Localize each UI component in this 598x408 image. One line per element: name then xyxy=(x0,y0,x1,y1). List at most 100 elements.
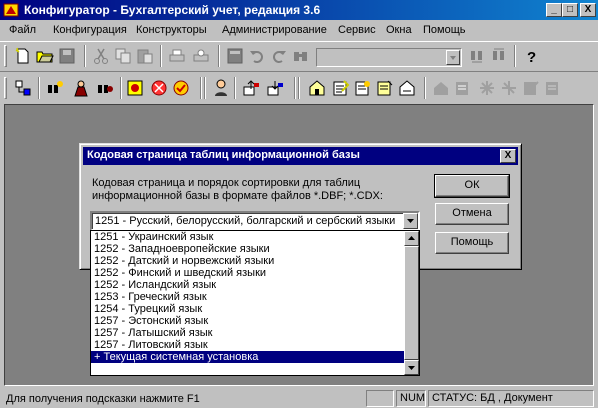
save-icon[interactable] xyxy=(58,47,76,65)
disabled5-icon[interactable] xyxy=(522,79,540,97)
menu-windows[interactable]: Окна xyxy=(386,24,412,36)
status-hint: Для получения подсказки нажмите F1 xyxy=(6,393,200,405)
undo-icon[interactable] xyxy=(248,47,266,65)
toolbar-separator xyxy=(234,77,236,99)
list-item[interactable]: 1257 - Латышский язык xyxy=(91,327,405,339)
debug-icon[interactable] xyxy=(126,79,144,97)
scroll-up-icon[interactable] xyxy=(404,231,419,246)
close-button[interactable]: X xyxy=(580,3,596,17)
list-item[interactable]: 1252 - Финский и шведский языки xyxy=(91,267,405,279)
module3-icon[interactable] xyxy=(354,79,372,97)
menu-service[interactable]: Сервис xyxy=(338,24,376,36)
find-icon[interactable] xyxy=(292,47,310,65)
list-item[interactable]: 1252 - Исландский язык xyxy=(91,279,405,291)
list-item[interactable]: 1257 - Литовский язык xyxy=(91,339,405,351)
codepage-select[interactable]: 1251 - Русский, белорусский, болгарский … xyxy=(90,211,420,231)
disabled3-icon[interactable] xyxy=(478,79,496,97)
codepage-list: 1251 - Украинский язык 1252 - Западноевр… xyxy=(91,231,405,375)
toolbar-grip[interactable] xyxy=(4,45,7,67)
users-icon[interactable] xyxy=(96,79,114,97)
toolbar-separator xyxy=(218,45,220,67)
menu-help[interactable]: Помощь xyxy=(423,24,466,36)
list-scrollbar[interactable] xyxy=(404,231,419,375)
disabled4-icon[interactable] xyxy=(500,79,518,97)
dialog-description: Кодовая страница и порядок сортировки дл… xyxy=(92,177,383,202)
codepage-select-value: 1251 - Русский, белорусский, болгарский … xyxy=(95,215,396,227)
user-settings-icon[interactable] xyxy=(212,79,230,97)
toolbar-separator xyxy=(204,77,206,99)
paste-icon[interactable] xyxy=(136,47,154,65)
module4-icon[interactable] xyxy=(376,79,394,97)
module1-icon[interactable] xyxy=(308,79,326,97)
cut-icon[interactable] xyxy=(92,47,110,65)
list-item[interactable]: 1252 - Датский и норвежский языки xyxy=(91,255,405,267)
app-icon xyxy=(3,3,19,17)
module2-icon[interactable] xyxy=(332,79,350,97)
toolbar-separator xyxy=(298,77,300,99)
toolbar-separator xyxy=(200,77,202,99)
toolbar-grip[interactable] xyxy=(4,77,7,99)
list-item[interactable]: 1257 - Эстонский язык xyxy=(91,315,405,327)
dialog-title-bar: Кодовая страница таблиц информационной б… xyxy=(83,147,518,165)
copy-icon[interactable] xyxy=(114,47,132,65)
stop-icon[interactable] xyxy=(150,79,168,97)
maximize-button[interactable]: □ xyxy=(562,3,578,17)
menu-bar: Файл Конфигурация Конструкторы Администр… xyxy=(0,20,598,40)
status-bar: Для получения подсказки нажмите F1 NUM С… xyxy=(0,388,598,408)
menu-admin[interactable]: Администрирование xyxy=(222,24,327,36)
open-icon[interactable] xyxy=(36,47,54,65)
search-combo[interactable] xyxy=(316,48,462,67)
redo-icon[interactable] xyxy=(270,47,288,65)
new-icon[interactable] xyxy=(14,47,32,65)
list-item[interactable]: 1254 - Турецкий язык xyxy=(91,303,405,315)
dialog-title: Кодовая страница таблиц информационной б… xyxy=(87,149,360,161)
title-bar: Конфигуратор - Бухгалтерский учет, редак… xyxy=(0,0,598,20)
print-preview-icon[interactable] xyxy=(192,47,210,65)
disabled2-icon[interactable] xyxy=(454,79,472,97)
toolbar-separator xyxy=(120,77,122,99)
list-item[interactable]: 1251 - Украинский язык xyxy=(91,231,405,243)
scroll-thumb[interactable] xyxy=(404,246,419,360)
list-item[interactable]: 1253 - Греческий язык xyxy=(91,291,405,303)
properties-icon[interactable] xyxy=(226,47,244,65)
metadata-icon[interactable] xyxy=(14,79,32,97)
download-icon[interactable] xyxy=(266,79,284,97)
dialog-close-button[interactable]: X xyxy=(500,149,516,163)
monitor-icon[interactable] xyxy=(172,79,190,97)
menu-file[interactable]: Файл xyxy=(9,24,36,36)
upload-icon[interactable] xyxy=(242,79,260,97)
menu-config[interactable]: Конфигурация xyxy=(53,24,127,36)
ok-button[interactable]: ОК xyxy=(434,174,510,198)
toolbar-separator xyxy=(160,45,162,67)
find-user-icon[interactable] xyxy=(46,79,64,97)
menu-designers[interactable]: Конструкторы xyxy=(136,24,207,36)
svg-text:?: ? xyxy=(527,49,536,65)
toolbar-separator xyxy=(84,45,86,67)
chevron-down-icon[interactable] xyxy=(446,50,460,65)
disabled6-icon[interactable] xyxy=(544,79,562,97)
find-prev-icon[interactable] xyxy=(490,47,508,65)
list-item[interactable]: 1252 - Западноевропейские языки xyxy=(91,243,405,255)
status-state: СТАТУС: БД , Документ xyxy=(428,390,594,407)
find-next-icon[interactable] xyxy=(468,47,486,65)
list-item-selected[interactable]: + Текущая системная установка xyxy=(91,351,405,363)
toolbar-configuration xyxy=(0,71,598,103)
print-icon[interactable] xyxy=(168,47,186,65)
status-panel-empty xyxy=(366,390,394,407)
help-icon[interactable]: ? xyxy=(522,47,540,65)
module5-icon[interactable] xyxy=(398,79,416,97)
help-button[interactable]: Помощь xyxy=(435,232,509,254)
cancel-button[interactable]: Отмена xyxy=(435,203,509,225)
codepage-dropdown-list[interactable]: 1251 - Украинский язык 1252 - Западноевр… xyxy=(90,230,420,376)
disabled1-icon[interactable] xyxy=(432,79,450,97)
toolbar-separator xyxy=(294,77,296,99)
toolbar-standard: ? xyxy=(0,41,598,71)
chevron-down-icon[interactable] xyxy=(403,213,418,229)
toolbar-separator xyxy=(424,77,426,99)
toolbar-separator xyxy=(514,45,516,67)
scroll-down-icon[interactable] xyxy=(404,360,419,375)
user-icon[interactable] xyxy=(72,79,90,97)
window-title: Конфигуратор - Бухгалтерский учет, редак… xyxy=(24,3,321,17)
status-num: NUM xyxy=(396,390,426,407)
minimize-button[interactable]: _ xyxy=(546,3,562,17)
